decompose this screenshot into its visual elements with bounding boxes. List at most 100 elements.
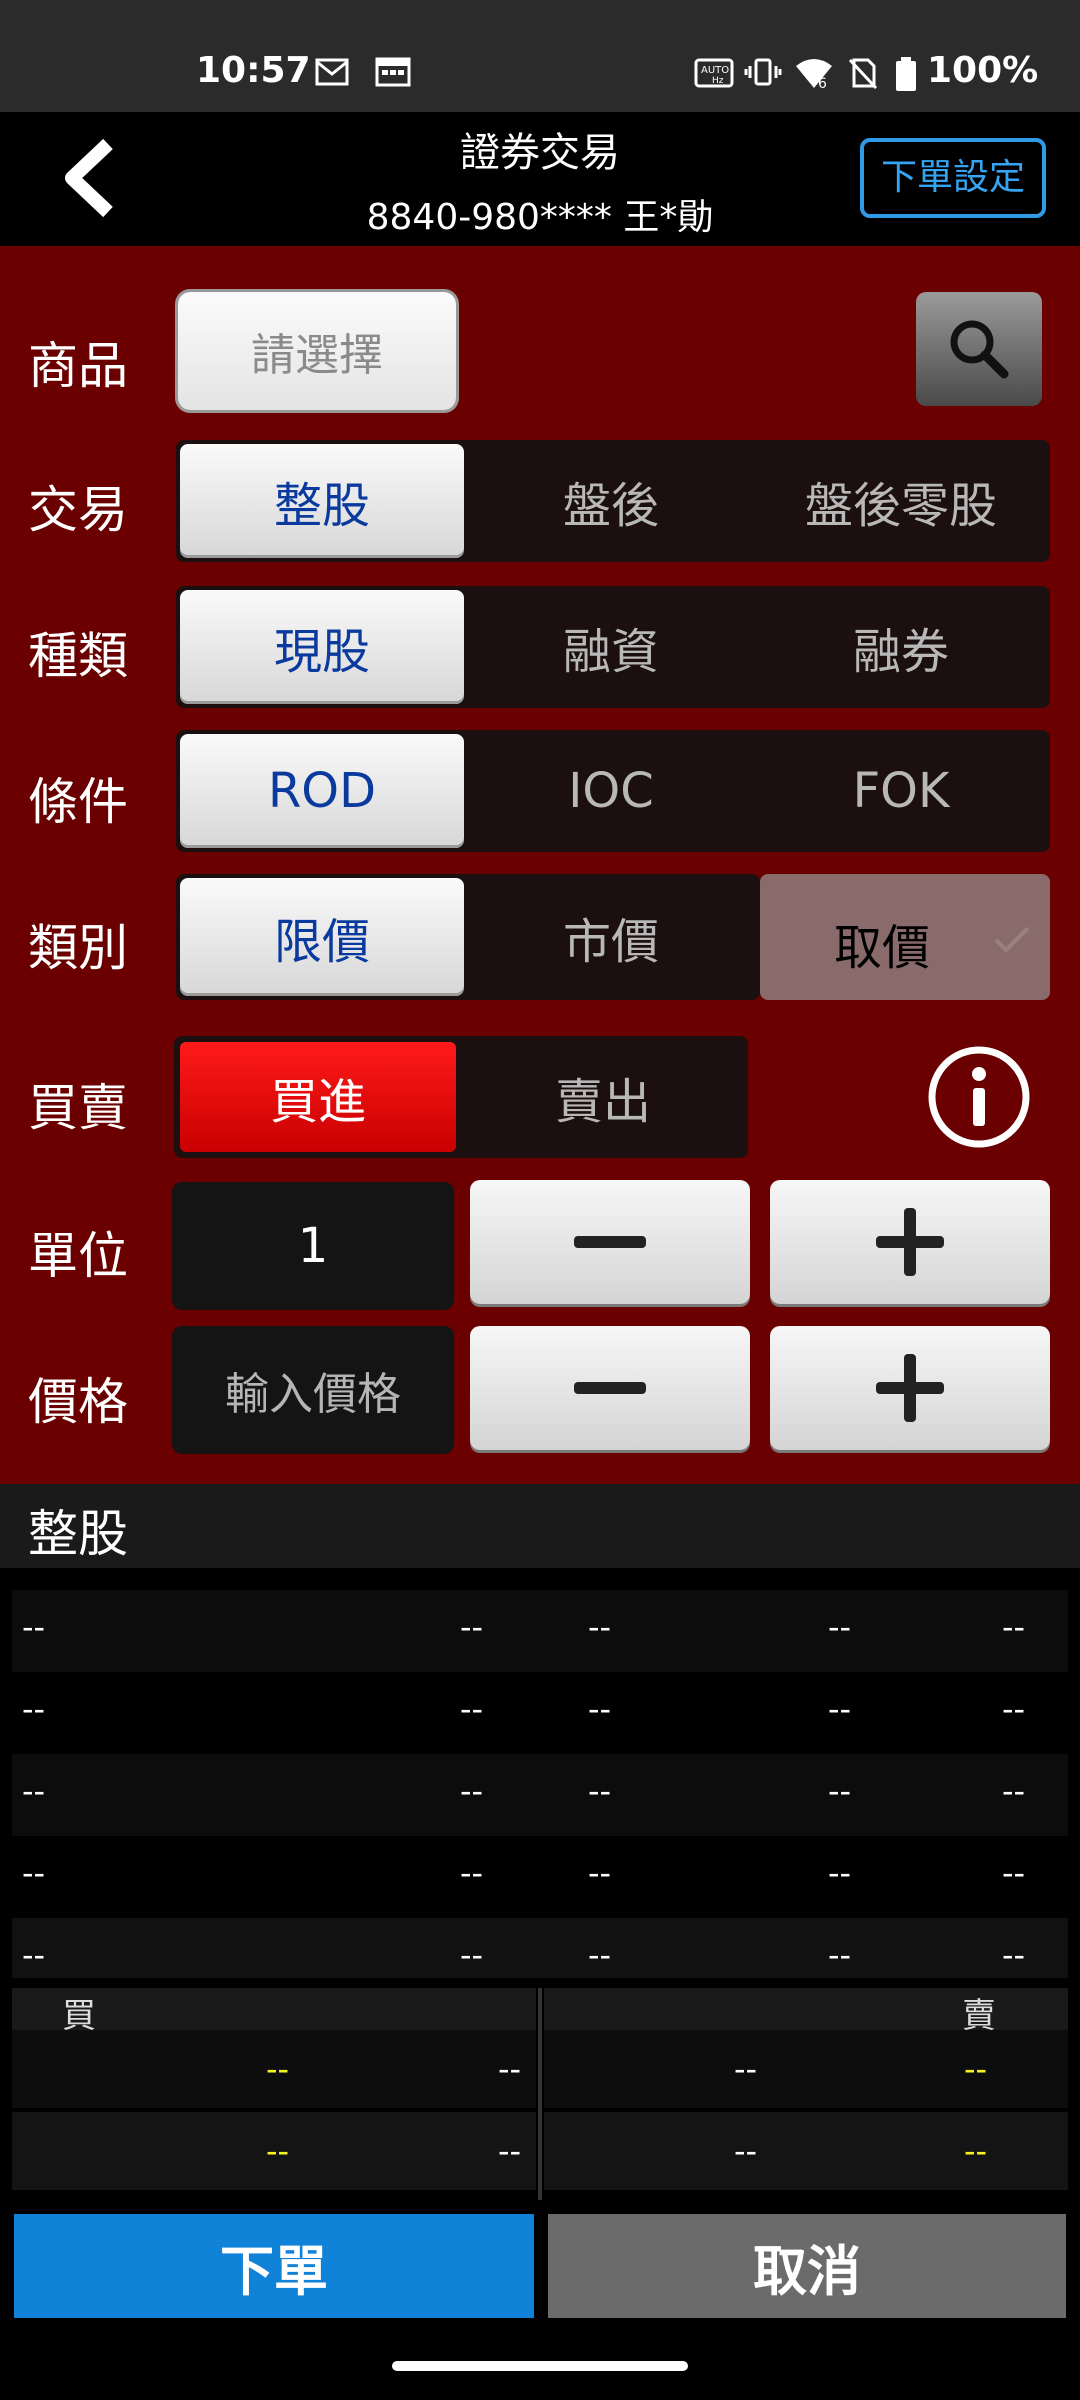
minus-icon bbox=[574, 1236, 646, 1248]
table-cell: -- bbox=[828, 1608, 852, 1646]
unit-decrement-button[interactable] bbox=[470, 1180, 750, 1304]
table-cell: -- bbox=[588, 1772, 612, 1810]
table-cell: -- bbox=[1002, 1772, 1026, 1810]
wifi-label: 6 bbox=[818, 76, 827, 90]
side-option-sell[interactable]: 賣出 bbox=[458, 1036, 748, 1158]
table-cell: -- bbox=[1002, 1936, 1026, 1974]
auto-hz-icon: AUTO Hz bbox=[694, 56, 734, 88]
product-select[interactable]: 請選擇 bbox=[178, 292, 456, 410]
table-row: -- -- -- -- -- bbox=[12, 1836, 1068, 1918]
table-cell: -- bbox=[1002, 1608, 1026, 1646]
table-row: -- -- -- -- -- bbox=[12, 1590, 1068, 1672]
vibrate-icon bbox=[744, 56, 782, 88]
ask-volume: -- bbox=[734, 2050, 758, 2088]
unit-increment-button[interactable] bbox=[770, 1180, 1050, 1304]
place-order-button[interactable]: 下單 bbox=[14, 2214, 534, 2318]
table-row: -- -- -- -- -- bbox=[12, 1672, 1068, 1754]
section-header: 整股 bbox=[0, 1484, 1080, 1568]
quote-table: -- -- -- -- -- -- -- -- -- -- -- -- -- -… bbox=[0, 1568, 1080, 2000]
price-increment-button[interactable] bbox=[770, 1326, 1050, 1450]
mail-icon bbox=[314, 56, 350, 88]
book-row: -- -- bbox=[544, 2030, 1068, 2108]
type-segment: 現股 融資 融券 bbox=[176, 586, 1050, 708]
svg-text:Hz: Hz bbox=[712, 76, 724, 86]
book-row: -- -- bbox=[544, 2112, 1068, 2190]
table-cell: -- bbox=[1002, 1854, 1026, 1892]
no-sim-icon bbox=[846, 56, 880, 90]
table-cell: -- bbox=[588, 1608, 612, 1646]
bid-volume: -- bbox=[498, 2050, 522, 2088]
battery-percent: 100% bbox=[927, 50, 1039, 91]
book-row: -- -- bbox=[12, 2030, 536, 2108]
unit-label: 單位 bbox=[28, 1227, 128, 1285]
table-cell: -- bbox=[588, 1936, 612, 1974]
minus-icon bbox=[574, 1382, 646, 1394]
price-decrement-button[interactable] bbox=[470, 1326, 750, 1450]
price-input[interactable]: 輸入價格 bbox=[172, 1326, 454, 1454]
table-cell: -- bbox=[22, 1936, 46, 1974]
side-option-buy[interactable]: 買進 bbox=[180, 1042, 456, 1152]
order-settings-button[interactable]: 下單設定 bbox=[860, 138, 1046, 218]
type-label: 種類 bbox=[28, 627, 128, 685]
table-cell: -- bbox=[828, 1936, 852, 1974]
trade-option-after-hours-odd[interactable]: 盤後零股 bbox=[756, 440, 1046, 562]
side-label: 買賣 bbox=[28, 1079, 128, 1137]
get-price-button[interactable]: 取價 bbox=[760, 874, 1050, 1000]
home-gesture-handle[interactable] bbox=[392, 2361, 688, 2371]
sell-header: 賣 bbox=[544, 1988, 1068, 2036]
category-option-limit[interactable]: 限價 bbox=[180, 878, 464, 996]
table-cell: -- bbox=[588, 1690, 612, 1728]
unit-input[interactable]: 1 bbox=[172, 1182, 454, 1310]
table-cell: -- bbox=[22, 1608, 46, 1646]
battery-icon bbox=[894, 56, 918, 91]
table-cell: -- bbox=[22, 1772, 46, 1810]
condition-segment: ROD IOC FOK bbox=[176, 730, 1050, 852]
table-cell: -- bbox=[1002, 1690, 1026, 1728]
table-cell: -- bbox=[828, 1772, 852, 1810]
ask-price: -- bbox=[964, 2132, 988, 2170]
info-icon bbox=[928, 1046, 1030, 1148]
buy-header: 買 bbox=[12, 1988, 536, 2036]
calendar-icon bbox=[374, 56, 412, 88]
info-button[interactable] bbox=[926, 1044, 1032, 1150]
category-option-market[interactable]: 市價 bbox=[466, 874, 756, 1000]
svg-text:AUTO: AUTO bbox=[701, 65, 729, 76]
bid-volume: -- bbox=[498, 2132, 522, 2170]
product-label: 商品 bbox=[28, 337, 128, 395]
wifi-icon: 6 bbox=[794, 56, 834, 92]
table-cell: -- bbox=[22, 1690, 46, 1728]
bid-price: -- bbox=[266, 2132, 290, 2170]
order-book: 買 賣 -- -- -- -- -- -- -- -- bbox=[0, 1978, 1080, 2200]
side-segment: 買進 賣出 bbox=[174, 1036, 748, 1158]
category-label: 類別 bbox=[28, 919, 128, 977]
trade-label: 交易 bbox=[28, 481, 128, 539]
cancel-button[interactable]: 取消 bbox=[548, 2214, 1066, 2318]
status-time: 10:57 bbox=[196, 50, 311, 91]
check-icon bbox=[994, 926, 1030, 953]
category-segment: 限價 市價 bbox=[176, 874, 760, 1000]
search-button[interactable] bbox=[916, 292, 1042, 406]
bid-price: -- bbox=[266, 2050, 290, 2088]
table-cell: -- bbox=[22, 1854, 46, 1892]
type-option-short[interactable]: 融券 bbox=[756, 586, 1046, 708]
get-price-label: 取價 bbox=[834, 920, 931, 976]
search-icon bbox=[950, 320, 1009, 379]
condition-option-rod[interactable]: ROD bbox=[180, 734, 464, 848]
table-cell: -- bbox=[460, 1690, 484, 1728]
condition-option-ioc[interactable]: IOC bbox=[466, 730, 756, 852]
table-cell: -- bbox=[828, 1690, 852, 1728]
type-option-cash[interactable]: 現股 bbox=[180, 590, 464, 704]
book-divider bbox=[538, 1988, 542, 2200]
condition-option-fok[interactable]: FOK bbox=[756, 730, 1046, 852]
table-cell: -- bbox=[460, 1772, 484, 1810]
type-option-margin[interactable]: 融資 bbox=[466, 586, 756, 708]
section-title: 整股 bbox=[28, 1505, 128, 1563]
table-row: -- -- -- -- -- bbox=[12, 1754, 1068, 1836]
table-cell: -- bbox=[460, 1854, 484, 1892]
trade-option-round-lot[interactable]: 整股 bbox=[180, 444, 464, 558]
plus-icon bbox=[876, 1208, 944, 1276]
trade-segment: 整股 盤後 盤後零股 bbox=[176, 440, 1050, 562]
status-bar: 10:57 AUTO Hz 6 100% bbox=[0, 0, 1080, 112]
book-row: -- -- bbox=[12, 2112, 536, 2190]
trade-option-after-hours[interactable]: 盤後 bbox=[466, 440, 756, 562]
